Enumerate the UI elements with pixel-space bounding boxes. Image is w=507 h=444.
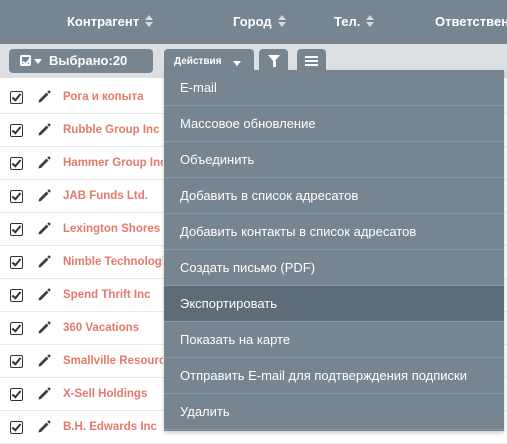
pencil-icon[interactable] [37, 88, 51, 104]
contragent-link[interactable]: Nimble Technologies Inc [63, 246, 163, 279]
row-checkbox[interactable] [10, 388, 23, 401]
chevron-down-icon [233, 61, 241, 66]
sort-icon[interactable] [145, 15, 154, 27]
row-checkbox[interactable] [10, 190, 23, 203]
column-label: Тел. [334, 14, 361, 29]
contragent-link[interactable]: Smallville Resources Inc [63, 345, 163, 378]
menu-item[interactable]: Массовое обновление [164, 106, 504, 142]
menu-item[interactable]: Показать на карте [164, 322, 504, 358]
column-header-phone[interactable]: Тел. [334, 0, 375, 44]
column-label: Город [233, 14, 272, 29]
row-checkbox[interactable] [10, 421, 23, 434]
sort-icon[interactable] [366, 15, 375, 27]
column-header-responsible[interactable]: Ответствен [435, 0, 507, 44]
contragent-link[interactable]: Spend Thrift Inc [63, 279, 163, 312]
contragent-link[interactable]: Rubble Group Inc [63, 114, 163, 147]
menu-item[interactable]: Отправить E-mail для подтверждения подпи… [164, 358, 504, 394]
list-header: Контрагент Город Тел. Ответствен [0, 0, 507, 44]
pencil-icon[interactable] [37, 385, 51, 401]
pencil-icon[interactable] [37, 319, 51, 335]
contragent-link[interactable]: JAB Funds Ltd. [63, 180, 163, 213]
pencil-icon[interactable] [37, 220, 51, 236]
row-checkbox[interactable] [10, 355, 23, 368]
menu-item[interactable]: Объединить [164, 142, 504, 178]
pencil-icon[interactable] [37, 121, 51, 137]
menu-item[interactable]: Создать письмо (PDF) [164, 250, 504, 286]
pencil-icon[interactable] [37, 352, 51, 368]
row-checkbox[interactable] [10, 322, 23, 335]
contragent-link[interactable]: Lexington Shores Corp [63, 213, 163, 246]
pencil-icon[interactable] [37, 253, 51, 269]
menu-item[interactable]: E-mail [164, 70, 504, 106]
contragent-link[interactable]: Hammer Group Inc [63, 147, 163, 180]
column-header-city[interactable]: Город [233, 0, 287, 44]
chevron-down-icon [34, 59, 42, 64]
pencil-icon[interactable] [37, 418, 51, 434]
row-checkbox[interactable] [10, 91, 23, 104]
row-checkbox[interactable] [10, 289, 23, 302]
select-all-button[interactable]: Выбрано:20 [9, 49, 153, 73]
checkbox-icon [20, 55, 31, 66]
row-checkbox[interactable] [10, 256, 23, 269]
column-label: Контрагент [67, 14, 140, 29]
menu-item[interactable]: Экспортировать [164, 286, 504, 322]
selected-count: Выбрано:20 [49, 53, 128, 68]
column-label: Ответствен [435, 14, 507, 29]
contragent-link[interactable]: Рога и копыта [63, 81, 163, 114]
pencil-icon[interactable] [37, 154, 51, 170]
pencil-icon[interactable] [37, 286, 51, 302]
contragent-link[interactable]: X-Sell Holdings [63, 378, 163, 411]
row-checkbox[interactable] [10, 124, 23, 137]
menu-item[interactable]: Добавить контакты в список адресатов [164, 214, 504, 250]
row-checkbox[interactable] [10, 157, 23, 170]
contragent-link[interactable]: B.H. Edwards Inc [63, 411, 163, 444]
contragent-link[interactable]: 360 Vacations [63, 312, 163, 345]
menu-item[interactable]: Удалить [164, 394, 504, 430]
pencil-icon[interactable] [37, 187, 51, 203]
column-header-contragent[interactable]: Контрагент [67, 0, 154, 44]
menu-item[interactable]: Добавить в список адресатов [164, 178, 504, 214]
row-checkbox[interactable] [10, 223, 23, 236]
list-icon [305, 56, 318, 66]
sort-icon[interactable] [277, 15, 287, 27]
actions-dropdown-menu: E-mail Массовое обновление Объединить Добав… [164, 70, 504, 431]
